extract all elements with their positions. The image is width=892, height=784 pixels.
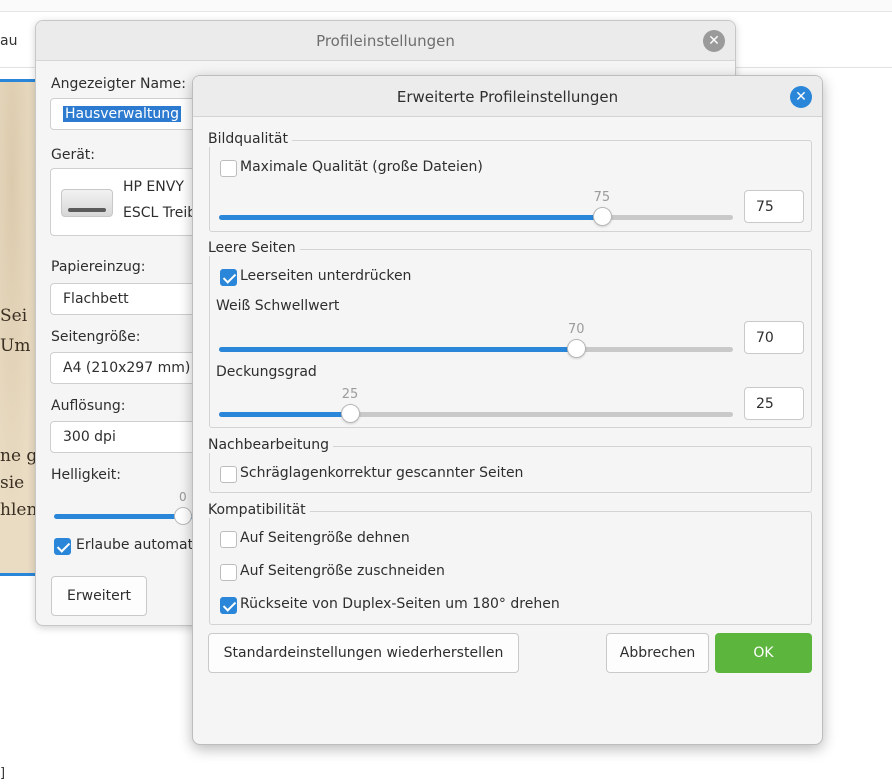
advanced-dialog-title: Erweiterte Profileinstellungen: [396, 88, 619, 106]
page-size-label: Seitengröße:: [51, 329, 141, 345]
paper-source-label: Papiereinzug:: [51, 259, 146, 275]
stretch-page-checkbox[interactable]: [220, 531, 237, 548]
ok-button[interactable]: OK: [715, 633, 812, 673]
suppress-blank-label: Leerseiten unterdrücken: [240, 268, 412, 284]
device-name-line2: ESCL Treib: [123, 205, 197, 221]
max-quality-checkbox[interactable]: [220, 160, 237, 177]
cancel-button[interactable]: Abbrechen: [606, 633, 709, 673]
advanced-button[interactable]: Erweitert: [51, 576, 147, 616]
background-toolbar-fragment[interactable]: au: [0, 33, 17, 49]
post-processing-title: Nachbearbeitung: [208, 437, 333, 453]
blank-pages-title: Leere Seiten: [208, 240, 300, 256]
advanced-settings-dialog: Erweiterte Profileinstellungen ✕ Bildqua…: [192, 75, 823, 745]
quality-slider-track[interactable]: [219, 215, 733, 220]
background-bottom-fragment: ]: [0, 766, 6, 781]
white-threshold-slider-value: 70: [567, 322, 585, 337]
brightness-slider-handle[interactable]: [174, 507, 192, 525]
advanced-close-icon[interactable]: ✕: [790, 86, 812, 108]
display-name-selected-text: Hausverwaltung: [63, 106, 181, 122]
scan-text-line: hlen: [0, 500, 38, 520]
resolution-label: Auflösung:: [51, 398, 126, 414]
rotate-duplex-checkbox[interactable]: [220, 597, 237, 614]
coverage-label: Deckungsgrad: [216, 364, 317, 380]
crop-page-label: Auf Seitengröße zuschneiden: [240, 563, 445, 579]
profile-window-title: Profileinstellungen: [316, 32, 455, 50]
scan-text-line: ne g: [0, 446, 38, 466]
white-threshold-slider-fill: [219, 347, 577, 352]
scan-preview-image[interactable]: Sei Um ne g sie hlen: [0, 79, 40, 576]
coverage-slider-track[interactable]: [219, 412, 733, 417]
allow-auto-label: Erlaube automat: [76, 537, 194, 553]
brightness-value: 0: [179, 490, 187, 504]
quality-slider-fill: [219, 215, 602, 220]
white-threshold-slider-track[interactable]: [219, 347, 733, 352]
profile-close-icon[interactable]: ✕: [703, 30, 725, 52]
rotate-duplex-label: Rückseite von Duplex-Seiten um 180° dreh…: [240, 596, 560, 612]
white-threshold-spinbox[interactable]: 70: [744, 321, 804, 354]
brightness-label: Helligkeit:: [51, 467, 122, 483]
coverage-slider-value: 25: [341, 387, 359, 402]
coverage-slider-fill: [219, 412, 351, 417]
scan-text-line: sie: [0, 473, 25, 493]
device-name-line1: HP ENVY: [123, 179, 184, 195]
deskew-checkbox[interactable]: [220, 466, 237, 483]
white-threshold-label: Weiß Schwellwert: [216, 298, 340, 314]
quality-slider-handle[interactable]: [592, 207, 612, 226]
suppress-blank-checkbox[interactable]: [220, 269, 237, 286]
crop-page-checkbox[interactable]: [220, 564, 237, 581]
allow-auto-checkbox[interactable]: [54, 538, 71, 555]
display-name-label: Angezeigter Name:: [51, 76, 187, 92]
quality-slider-value: 75: [593, 190, 611, 205]
restore-defaults-button[interactable]: Standardeinstellungen wiederherstellen: [208, 633, 519, 673]
advanced-titlebar[interactable]: Erweiterte Profileinstellungen ✕: [193, 76, 822, 117]
coverage-slider-handle[interactable]: [341, 404, 361, 423]
printer-icon: [61, 189, 113, 217]
max-quality-label: Maximale Qualität (große Dateien): [240, 159, 483, 175]
quality-spinbox[interactable]: 75: [744, 190, 804, 223]
scan-text-line: Um: [0, 336, 31, 356]
profile-titlebar[interactable]: Profileinstellungen ✕: [36, 21, 735, 61]
device-label: Gerät:: [51, 147, 96, 163]
compatibility-title: Kompatibilität: [208, 502, 310, 518]
scan-text-line: Sei: [0, 306, 28, 326]
background-top-bar: [0, 0, 892, 12]
deskew-label: Schräglagenkorrektur gescannter Seiten: [240, 465, 524, 481]
image-quality-title: Bildqualität: [208, 131, 292, 147]
stretch-page-label: Auf Seitengröße dehnen: [240, 530, 410, 546]
coverage-spinbox[interactable]: 25: [744, 387, 804, 420]
